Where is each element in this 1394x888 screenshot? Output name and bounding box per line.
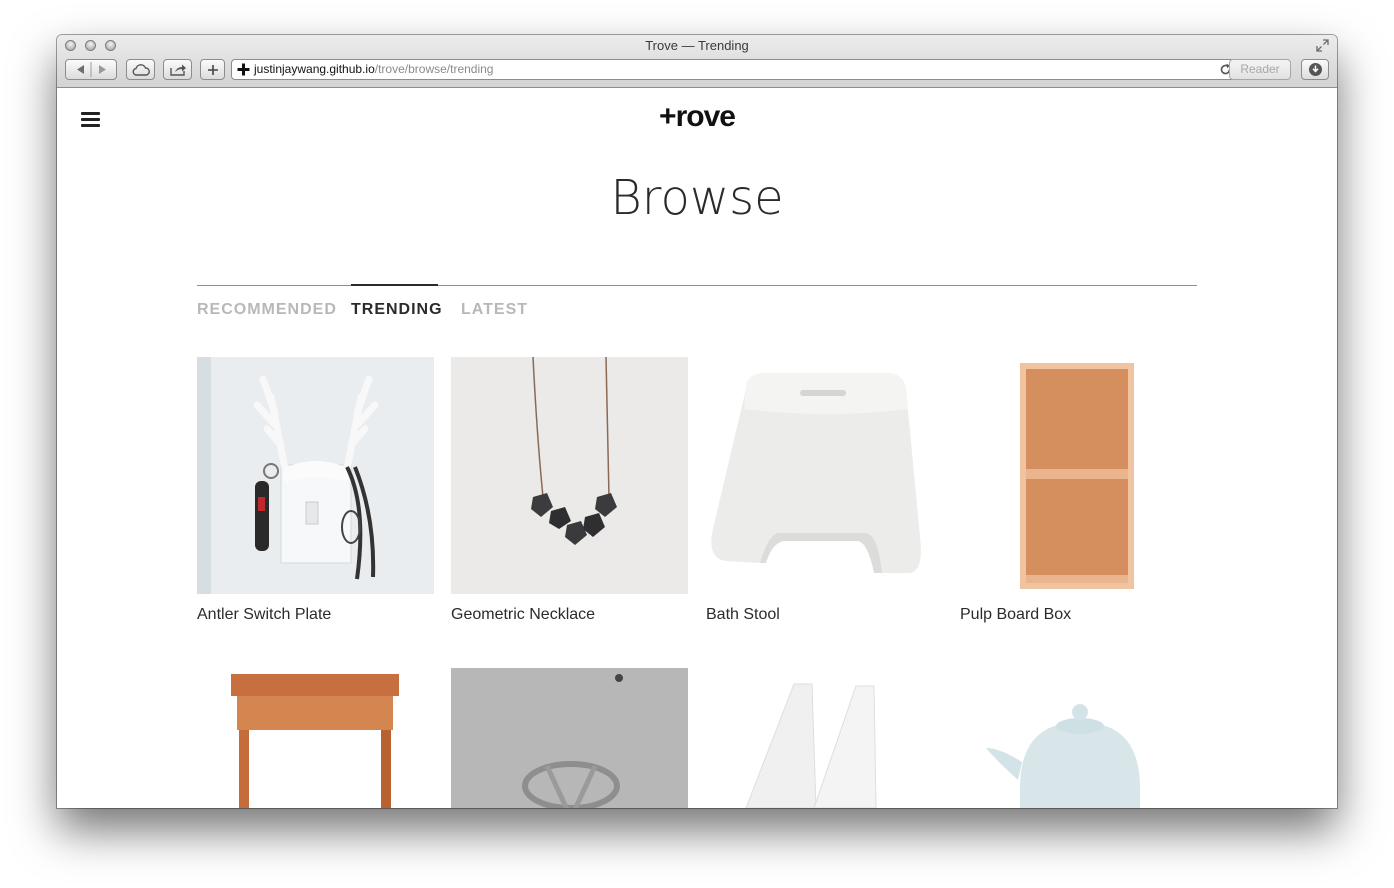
- geometric-necklace-image[interactable]: [451, 357, 688, 594]
- site-favicon-icon: [237, 63, 250, 76]
- product-card[interactable]: [451, 668, 688, 808]
- window-title: Trove — Trending: [645, 38, 749, 53]
- address-bar[interactable]: justinjaywang.github.io/trove/browse/tre…: [231, 59, 1237, 80]
- trove-logo[interactable]: +rove: [57, 100, 1337, 134]
- forward-arrow-icon: [99, 65, 106, 74]
- antler-switch-plate-image[interactable]: [197, 357, 434, 594]
- product-card[interactable]: [960, 668, 1197, 808]
- tabs-divider: [197, 285, 1197, 286]
- share-button[interactable]: [163, 59, 192, 80]
- silver-ring-image[interactable]: [451, 668, 688, 808]
- page-content: +rove Browse RECOMMENDED TRENDING LATEST: [57, 88, 1337, 808]
- product-name[interactable]: Pulp Board Box: [960, 606, 1197, 624]
- icloud-tabs-button[interactable]: [126, 59, 155, 80]
- product-name[interactable]: Antler Switch Plate: [197, 606, 434, 624]
- product-card[interactable]: [706, 668, 943, 808]
- download-icon: [1308, 63, 1322, 76]
- product-card[interactable]: Bath Stool: [706, 357, 943, 624]
- file-box-image[interactable]: [706, 668, 943, 808]
- reader-button[interactable]: Reader: [1229, 59, 1291, 80]
- downloads-button[interactable]: [1301, 59, 1329, 80]
- url-host: justinjaywang.github.io: [254, 62, 375, 76]
- pulp-board-box-image[interactable]: [960, 357, 1197, 594]
- product-name[interactable]: Geometric Necklace: [451, 606, 688, 624]
- product-card[interactable]: [197, 668, 434, 808]
- browser-window: Trove — Trending justinjaywang.github.io…: [57, 35, 1337, 808]
- product-card[interactable]: Pulp Board Box: [960, 357, 1197, 624]
- page-title: Browse: [610, 170, 784, 226]
- url-path: /trove/browse/trending: [374, 62, 494, 76]
- tab-trending[interactable]: TRENDING: [351, 301, 443, 319]
- active-tab-indicator: [351, 284, 438, 286]
- cloud-icon: [132, 63, 150, 76]
- ceramic-teapot-image[interactable]: [960, 668, 1197, 808]
- product-name[interactable]: Bath Stool: [706, 606, 943, 624]
- tab-latest[interactable]: LATEST: [461, 301, 528, 319]
- fullscreen-icon[interactable]: [1316, 39, 1329, 52]
- bath-stool-image[interactable]: [706, 357, 943, 594]
- product-card[interactable]: Antler Switch Plate: [197, 357, 434, 624]
- wooden-side-table-image[interactable]: [197, 668, 434, 808]
- back-forward-buttons[interactable]: [65, 59, 117, 80]
- back-arrow-icon: [77, 65, 84, 74]
- browser-toolbar: Trove — Trending justinjaywang.github.io…: [57, 35, 1337, 88]
- tab-recommended[interactable]: RECOMMENDED: [197, 301, 337, 319]
- product-card[interactable]: Geometric Necklace: [451, 357, 688, 624]
- new-tab-button[interactable]: [200, 59, 225, 80]
- plus-icon: [207, 64, 218, 75]
- share-icon: [169, 64, 186, 76]
